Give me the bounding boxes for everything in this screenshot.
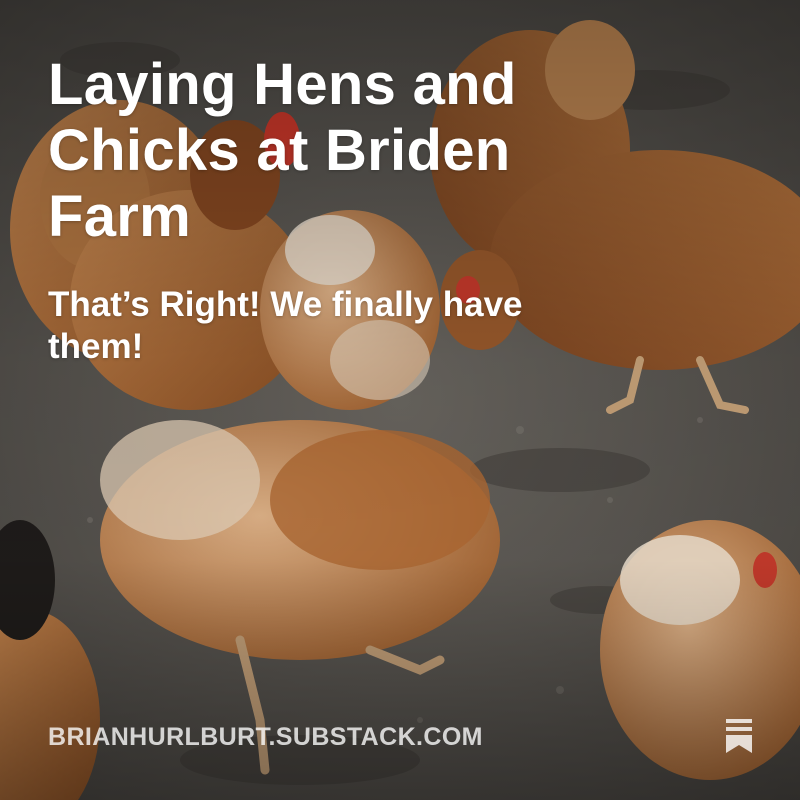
publication-domain: BRIANHURLBURT.SUBSTACK.COM xyxy=(48,723,483,751)
post-title: Laying Hens and Chicks at Briden Farm xyxy=(48,52,517,249)
post-share-card: Laying Hens and Chicks at Briden Farm Th… xyxy=(0,0,800,800)
substack-bookmark-icon xyxy=(726,719,752,753)
post-subtitle: That’s Right! We finally have them! xyxy=(48,285,523,366)
